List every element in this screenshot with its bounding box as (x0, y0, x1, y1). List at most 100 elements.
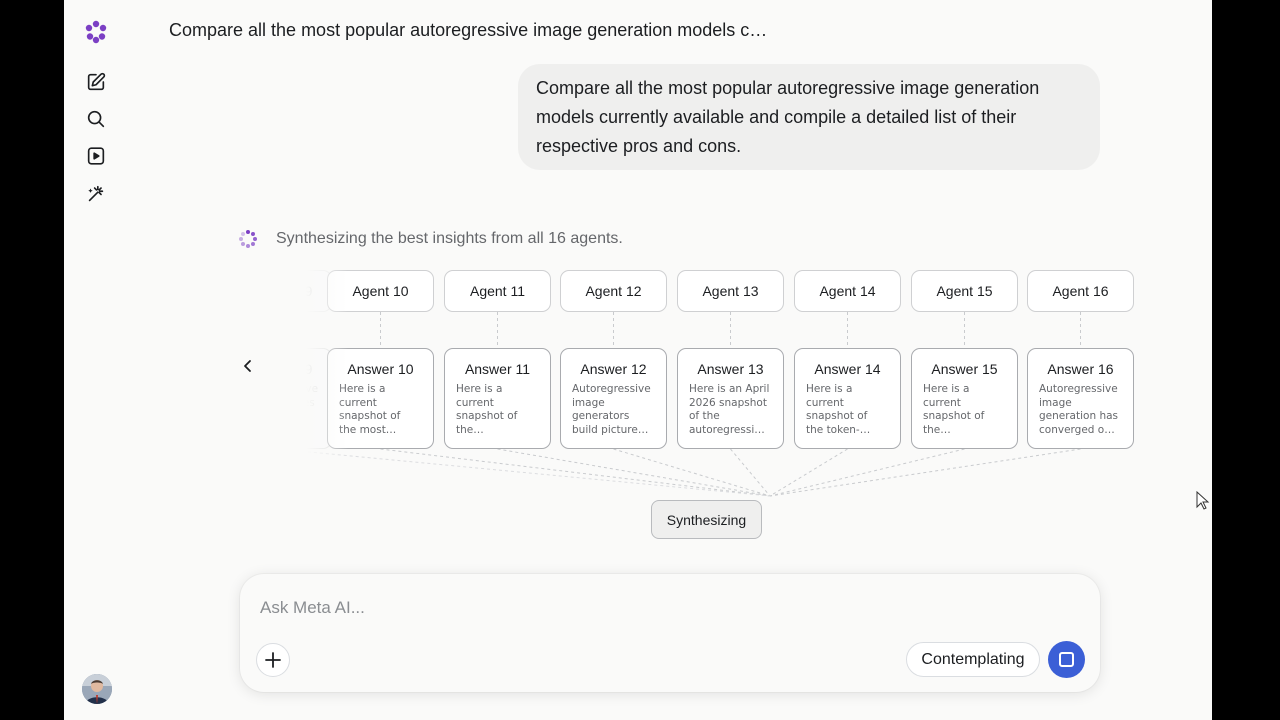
snippet-line: Here is a (806, 383, 853, 395)
answer-card-snippet: Here is a current snapshot of the token-… (806, 383, 889, 437)
answer-card[interactable]: Answer 12 Autoregressive image generators bu… (560, 348, 667, 449)
snippet-line: Autoregressive (1039, 383, 1118, 395)
answer-synth-connector (769, 448, 848, 497)
agent-card[interactable]: Agent 13 (677, 270, 784, 312)
agent-card-label: Agent 14 (819, 283, 876, 299)
sidebar (64, 0, 128, 720)
snippet-line: current (456, 396, 494, 409)
answer-synth-connector (769, 448, 1081, 497)
stop-icon (1059, 652, 1074, 667)
plus-icon (265, 652, 281, 668)
conversation-title: Compare all the most popular autoregress… (169, 20, 768, 40)
snippet-line: current (339, 396, 377, 409)
agent-card-label: Agent 12 (585, 283, 642, 299)
snippet-line: Here is a (923, 383, 970, 395)
agent-card-label: Agent 13 (702, 283, 759, 299)
agent-card[interactable]: Agent 10 (327, 270, 434, 312)
answer-card[interactable]: Answer 11 Here is a current snapshot of the… (444, 348, 551, 449)
user-message-line: Compare all the most popular autoregress… (536, 78, 1040, 98)
answer-card[interactable]: Answer 16 Autoregressive image generation h… (1027, 348, 1134, 449)
snippet-line: ces (297, 396, 315, 409)
snippet-line: the… (923, 423, 951, 436)
snippet-line: the token-… (806, 423, 871, 436)
media-button[interactable] (82, 142, 110, 170)
snippet-line: Here is an April (689, 383, 770, 395)
answer-card-title: Answer 12 (580, 361, 647, 377)
snippet-line: of the (689, 410, 720, 422)
agent-card-partial[interactable]: 9 (288, 270, 332, 312)
magic-wand-icon (88, 185, 104, 202)
answer-card-snippet: Autoregressive image generation has converg… (1039, 383, 1122, 437)
snippet-line: generators (572, 410, 630, 422)
agent-card[interactable]: Agent 16 (1027, 270, 1134, 312)
create-button[interactable] (82, 180, 110, 208)
snippet-line: current (806, 396, 844, 409)
snippet-line: current (923, 396, 961, 409)
agent-card-label: Agent 10 (352, 283, 409, 299)
agent-card[interactable]: Agent 14 (794, 270, 901, 312)
snippet-line: converged o… (1039, 423, 1115, 436)
edit-icon (87, 72, 106, 91)
snippet-line: snapshot of (923, 410, 985, 422)
snippet-line: build picture… (572, 423, 649, 436)
snippet-line: Here is a (339, 383, 386, 395)
user-message-bubble: Compare all the most popular autoregress… (518, 64, 1100, 170)
carousel-prev-button[interactable] (236, 354, 260, 378)
answer-card[interactable]: Answer 13 Here is an April 2026 snapshot of… (677, 348, 784, 449)
ask-input[interactable] (260, 596, 860, 620)
snippet-line: the… (456, 423, 484, 436)
snippet-line: image (572, 396, 605, 409)
snippet-line: the most… (339, 423, 397, 436)
answer-synth-connector (497, 448, 771, 497)
snippet-line: generation has (1039, 410, 1119, 422)
snippet-line: sive (297, 383, 319, 395)
answer-synth-connector (769, 448, 965, 497)
new-chat-button[interactable] (82, 68, 110, 96)
answer-card-snippet: Autoregressive image generators build pictu… (572, 383, 655, 437)
answer-card-snippet: Here is a current snapshot of the… (923, 383, 1006, 437)
search-button[interactable] (82, 105, 110, 133)
mode-selector-button[interactable]: Contemplating (906, 642, 1040, 677)
answer-card-title: 9 (304, 361, 313, 377)
snippet-line: snapshot of (806, 410, 868, 422)
answer-card[interactable]: Answer 15 Here is a current snapshot of the… (911, 348, 1018, 449)
stop-button[interactable] (1048, 641, 1085, 678)
answer-card-title: Answer 15 (931, 361, 998, 377)
answer-card-title: Answer 14 (814, 361, 881, 377)
mouse-cursor-icon (1196, 490, 1210, 516)
answer-synth-connector (288, 449, 771, 497)
play-square-icon (87, 147, 105, 165)
search-icon (87, 110, 105, 128)
avatar[interactable] (82, 674, 112, 704)
answer-card-snippet: Here is a current snapshot of the… (456, 383, 539, 437)
agent-card-label: Agent 15 (936, 283, 993, 299)
agent-card-label: Agent 16 (1052, 283, 1109, 299)
user-message-line: respective pros and cons. (536, 136, 742, 156)
chevron-left-icon (244, 360, 251, 372)
answer-card-title: Answer 13 (697, 361, 764, 377)
answer-card-snippet: sive ces (288, 383, 320, 437)
status-text: Synthesizing the best insights from all … (276, 230, 623, 247)
answer-card-partial[interactable]: 9 sive ces (288, 348, 332, 449)
snippet-line: Here is a (456, 383, 503, 395)
add-attachment-button[interactable] (256, 643, 290, 677)
answer-card-title: Answer 11 (464, 361, 531, 377)
answer-card[interactable]: Answer 10 Here is a current snapshot of the … (327, 348, 434, 449)
user-message-line: models currently available and compile a… (536, 107, 1017, 127)
synthesis-status: Synthesizing the best insights from all … (238, 229, 623, 249)
synthesizing-node: Synthesizing (651, 500, 762, 539)
loading-spinner-icon (239, 230, 257, 248)
agent-card[interactable]: Agent 15 (911, 270, 1018, 312)
agent-card[interactable]: Agent 11 (444, 270, 551, 312)
composer: Contemplating (240, 574, 1100, 692)
answer-synth-connector (380, 448, 771, 497)
answer-synth-connector (730, 448, 771, 497)
agent-card[interactable]: Agent 12 (560, 270, 667, 312)
snippet-line: snapshot of (456, 410, 518, 422)
meta-logo-icon[interactable] (82, 18, 110, 46)
snippet-line: 2026 snapshot (689, 396, 767, 409)
agent-card-label: 9 (304, 283, 313, 299)
answer-card-snippet: Here is a current snapshot of the most… (339, 383, 422, 437)
app-window: Compare all the most popular autoregress… (64, 0, 1212, 720)
answer-card[interactable]: Answer 14 Here is a current snapshot of the … (794, 348, 901, 449)
